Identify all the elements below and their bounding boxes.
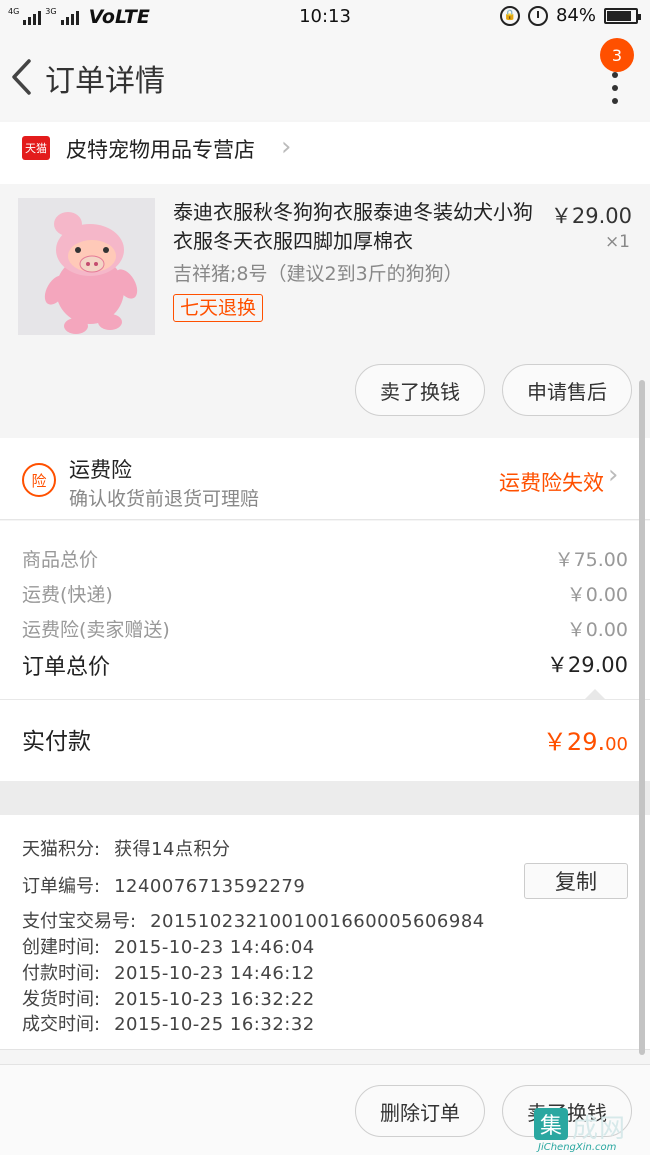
watermark-box: 集	[534, 1108, 568, 1140]
completed-value: 2015-10-25 16:32:32	[114, 1014, 315, 1035]
points-value: 获得14点积分	[114, 839, 231, 860]
price-row-goods: 商品总价 ￥75.00	[22, 545, 628, 572]
order-number-value: 1240076713592279	[114, 876, 306, 897]
insurance-fee-value: ￥0.00	[566, 619, 628, 641]
item-price: ￥29.00	[550, 204, 632, 228]
product-title[interactable]: 泰迪衣服秋冬狗狗衣服泰迪冬装幼犬小狗衣服冬天衣服四脚加厚棉衣	[173, 198, 533, 256]
item-quantity: ×1	[604, 232, 630, 252]
resell-button[interactable]: 卖了换钱	[355, 364, 485, 416]
alipay-label: 支付宝交易号:	[22, 911, 137, 932]
back-arrow-icon[interactable]	[10, 58, 38, 98]
insurance-icon: 险	[22, 463, 56, 497]
more-menu-icon[interactable]	[610, 72, 620, 112]
chevron-right-icon: ›	[281, 132, 292, 162]
watermark-text: 成网	[572, 1114, 627, 1144]
shipped-label: 发货时间:	[22, 989, 101, 1010]
order-info: 天猫积分: 获得14点积分 订单编号: 1240076713592279 复制 支付…	[0, 815, 650, 1050]
product-thumbnail[interactable]	[18, 198, 155, 335]
paid-time-line: 付款时间: 2015-10-23 14:46:12	[22, 959, 315, 985]
battery-icon	[604, 7, 641, 24]
order-total-label: 订单总价	[22, 655, 111, 680]
created-line: 创建时间: 2015-10-23 14:46:04	[22, 933, 315, 959]
completed-line: 成交时间: 2015-10-25 16:32:32	[22, 1010, 315, 1036]
order-number-label: 订单编号:	[22, 876, 101, 897]
after-sales-button[interactable]: 申请售后	[502, 364, 632, 416]
created-value: 2015-10-23 14:46:04	[114, 937, 315, 958]
rotation-lock-icon: 🔒	[499, 5, 520, 26]
page-title: 订单详情	[45, 64, 165, 99]
created-label: 创建时间:	[22, 937, 101, 958]
price-row-insurance: 运费险(卖家赠送) ￥0.00	[22, 615, 628, 642]
shipping-insurance-row[interactable]: 险 运费险 确认收货前退货可理赔 运费险失效 ›	[0, 438, 650, 520]
app-header: 订单详情 3	[0, 34, 650, 120]
battery-level-fill	[607, 10, 631, 21]
insurance-title: 运费险	[69, 458, 132, 482]
insurance-subtitle: 确认收货前退货可理赔	[69, 488, 260, 510]
order-number-line: 订单编号: 1240076713592279	[22, 872, 305, 898]
product-sku: 吉祥猪;8号（建议2到3斤的狗狗）	[173, 263, 463, 285]
order-total-value: ￥29.00	[546, 653, 628, 677]
goods-total-label: 商品总价	[22, 549, 99, 571]
alipay-value: 2015102321001001660005606984	[150, 911, 485, 932]
goods-total-value: ￥75.00	[554, 549, 628, 571]
copy-order-number-button[interactable]: 复制	[524, 863, 628, 899]
price-row-order-total: 订单总价 ￥29.00	[22, 649, 628, 681]
chevron-right-icon: ›	[608, 460, 619, 490]
points-label: 天猫积分:	[22, 839, 101, 860]
completed-label: 成交时间:	[22, 1014, 101, 1035]
watermark-logo: 集 成网 JiChengXin.com	[532, 1106, 650, 1155]
alarm-icon	[527, 5, 548, 26]
insurance-status[interactable]: 运费险失效	[499, 467, 604, 497]
actual-paid-main: ￥29.	[542, 728, 606, 756]
price-summary: 商品总价 ￥75.00 运费(快递) ￥0.00 运费险(卖家赠送) ￥0.00…	[0, 521, 650, 700]
shipping-label: 运费(快递)	[22, 584, 113, 606]
shop-row[interactable]: 天猫 皮特宠物用品专营店 ›	[0, 122, 650, 184]
actual-paid-row: 实付款 ￥29.00	[0, 699, 650, 781]
section-divider	[0, 781, 650, 815]
price-row-shipping: 运费(快递) ￥0.00	[22, 580, 628, 607]
watermark-url: JiChengXin.com	[538, 1142, 617, 1153]
pig-costume-image	[18, 198, 155, 335]
message-count-badge: 3	[600, 38, 634, 72]
actual-paid-value: ￥29.00	[543, 722, 628, 757]
actual-paid-label: 实付款	[22, 729, 91, 755]
delete-order-button[interactable]: 删除订单	[355, 1085, 485, 1137]
shipped-value: 2015-10-23 16:32:22	[114, 989, 315, 1010]
scrollbar[interactable]	[639, 380, 645, 1055]
status-bar: 4G 3G VoLTE 10:13 🔒 84%	[0, 0, 650, 34]
shop-name[interactable]: 皮特宠物用品专营店	[66, 134, 255, 164]
shipping-value: ￥0.00	[566, 584, 628, 606]
shipped-line: 发货时间: 2015-10-23 16:32:22	[22, 985, 315, 1011]
tmall-logo-icon: 天猫	[22, 136, 50, 160]
points-line: 天猫积分: 获得14点积分	[22, 835, 230, 861]
seven-day-return-tag: 七天退换	[173, 294, 264, 322]
insurance-fee-label: 运费险(卖家赠送)	[22, 619, 170, 641]
order-item[interactable]: 泰迪衣服秋冬狗狗衣服泰迪冬装幼犬小狗衣服冬天衣服四脚加厚棉衣 吉祥猪;8号（建议…	[0, 186, 650, 436]
status-icons: 🔒 84%	[499, 5, 641, 26]
actual-paid-cents: 00	[605, 734, 628, 755]
paid-time-label: 付款时间:	[22, 963, 101, 984]
alipay-line: 支付宝交易号: 2015102321001001660005606984	[22, 907, 485, 933]
paid-time-value: 2015-10-23 14:46:12	[114, 963, 315, 984]
battery-percent: 84%	[555, 5, 596, 26]
